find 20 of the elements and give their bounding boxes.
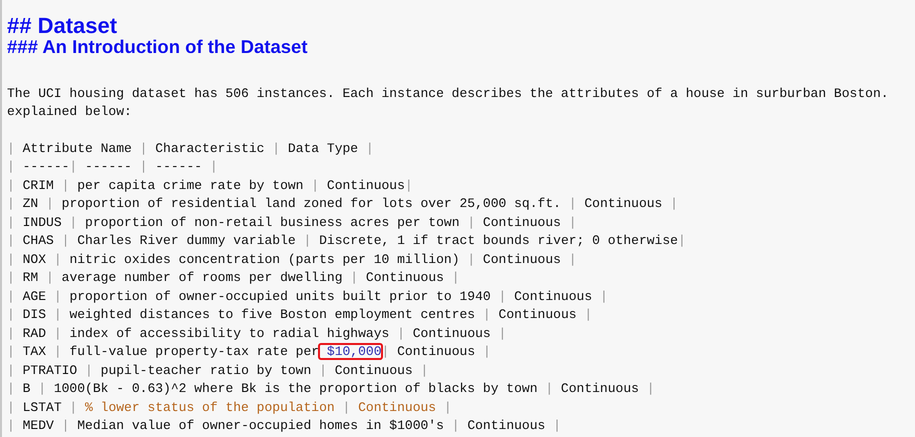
table-line: | RAD | index of accessibility to radial highways | Continuous | (7, 324, 506, 343)
table-line: | TAX | full-value property-tax rate per $10,000| Continuous | (7, 343, 491, 362)
table-line: | ZN | proportion of residential land zoned for lots over 25,000 sq.ft. | Continuous | (7, 195, 678, 214)
table-line: | LSTAT | % lower status of the population | Continuous | (7, 398, 452, 417)
paragraph-line: The UCI housing dataset has 506 instances. Each instance describes the attributes of a house in surburban Boston. (7, 84, 889, 103)
table-line: | CRIM | per capita crime rate by town | Continuous| (7, 176, 413, 195)
subheading: ### An Introduction of the Dataset (7, 37, 308, 57)
table-line: | ------| ------ | ------ | (7, 158, 218, 176)
table-line: | AGE | proportion of owner-occupied units built prior to 1940 | Continuous | (7, 288, 608, 306)
table-line: | PTRATIO | pupil-teacher ratio by town | Continuous | (7, 362, 428, 380)
table-line: | INDUS | proportion of non-retail business acres per town | Continuous | (7, 214, 577, 232)
table-line: | Attribute Name | Characteristic | Data Type | (7, 140, 374, 158)
table-line: | MEDV | Median value of owner-occupied homes in $1000's | Continuous | (7, 417, 561, 436)
table-line: | NOX | nitric oxides concentration (parts per 10 million) | Continuous | (7, 250, 577, 269)
heading: ## Dataset (7, 14, 118, 38)
table-line: | B | 1000(Bk - 0.63)^2 where Bk is the proportion of blacks by town | Continuous | (7, 380, 655, 398)
table-line: | CHAS | Charles River dummy variable | Discrete, 1 if tract bounds river; 0 otherwise| (7, 232, 686, 250)
table-line: | RM | average number of rooms per dwelling | Continuous | (7, 269, 460, 288)
table-line: | DIS | weighted distances to five Boston employment centres | Continuous | (7, 306, 592, 324)
paragraph-line: explained below: (7, 103, 132, 122)
